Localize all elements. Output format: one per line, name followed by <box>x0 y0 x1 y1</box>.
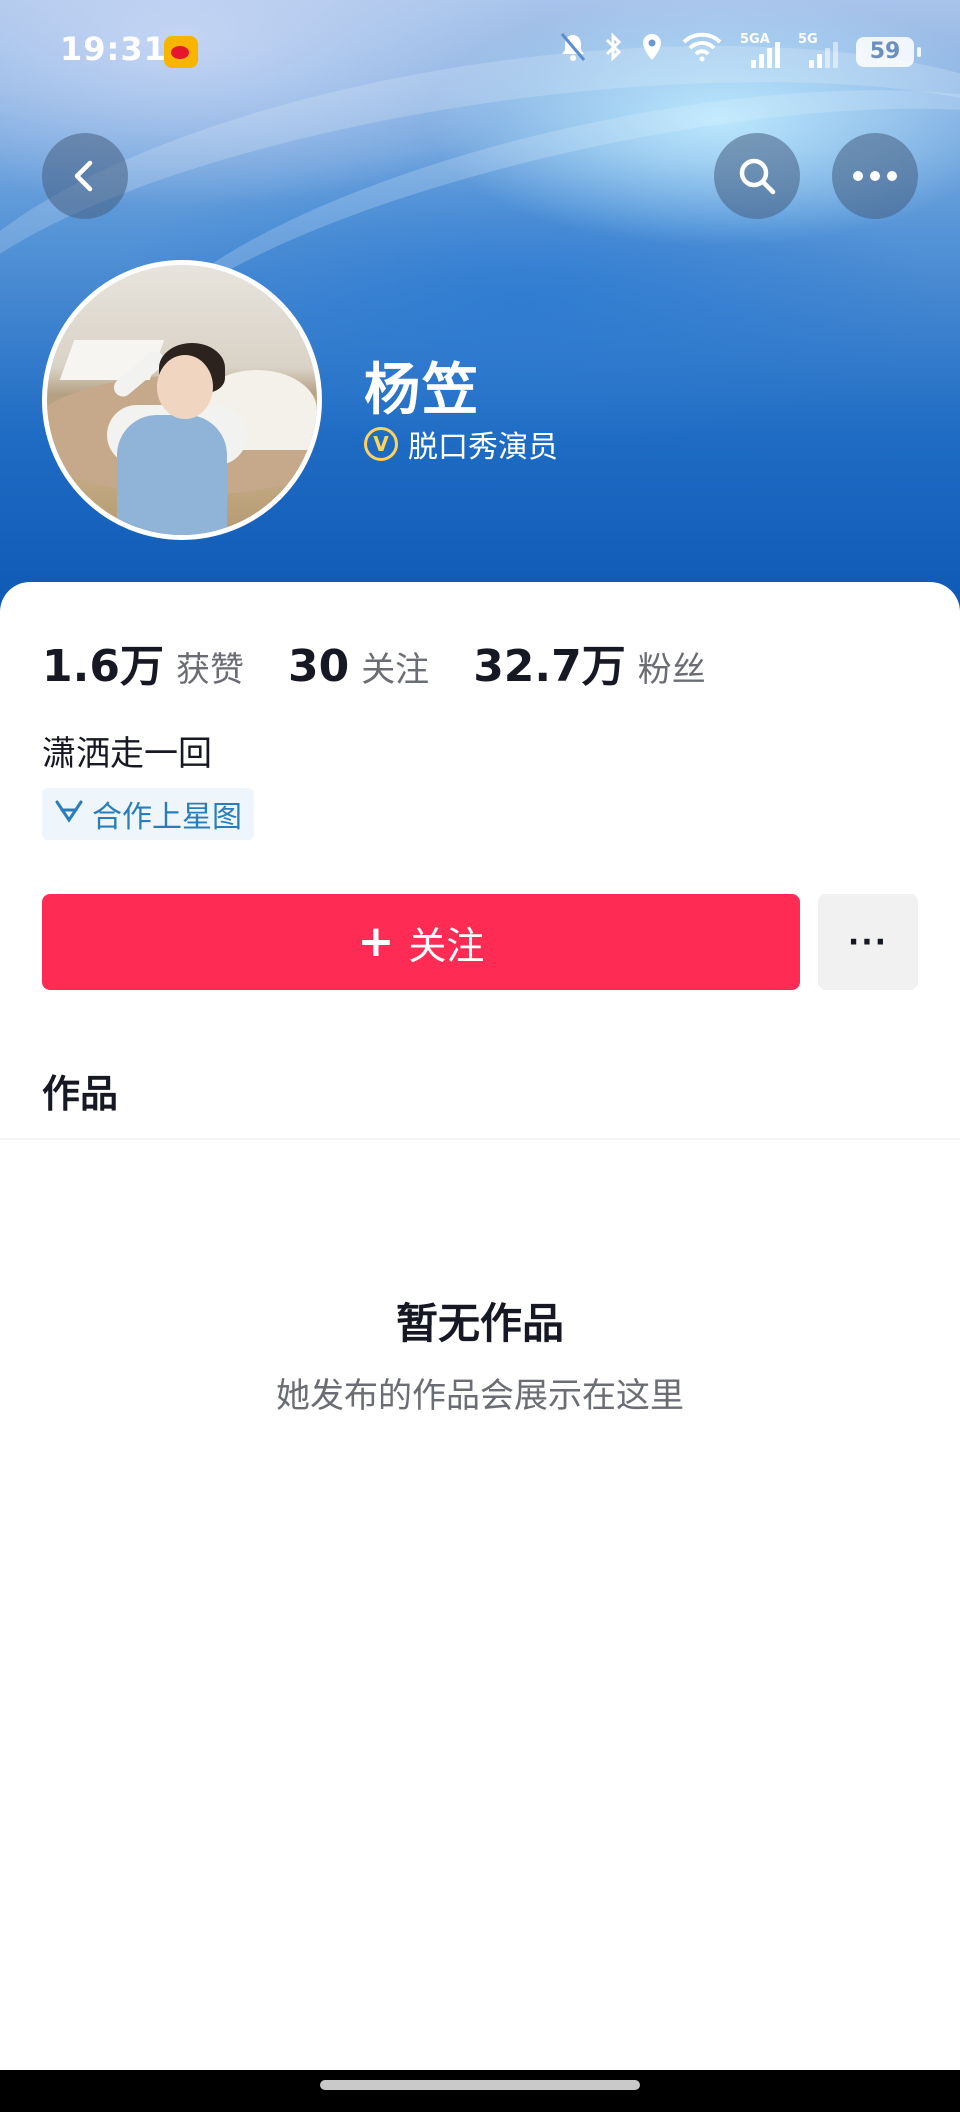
status-bar: 19:31 5GA 5G 59 <box>0 0 960 104</box>
mute-bell-icon <box>560 32 586 72</box>
location-icon <box>640 32 664 72</box>
signal-icon: 5G <box>798 32 838 68</box>
xingtu-tag[interactable]: 合作上星图 <box>42 788 254 840</box>
divider <box>0 1138 960 1140</box>
status-time: 19:31 <box>60 30 167 68</box>
search-button[interactable] <box>714 133 800 219</box>
profile-stats: 1.6万 获赞 30 关注 32.7万 粉丝 <box>42 630 750 694</box>
battery-icon: 59 <box>856 37 921 67</box>
chevron-left-icon <box>74 160 93 192</box>
wifi-icon <box>682 32 722 72</box>
follow-button[interactable]: + 关注 <box>42 894 800 990</box>
more-button[interactable] <box>832 133 918 219</box>
xingtu-label: 合作上星图 <box>92 800 242 835</box>
follow-label: 关注 <box>408 923 485 968</box>
stat-value: 30 <box>287 641 350 692</box>
status-icons: 5GA 5G 59 <box>560 32 921 72</box>
home-indicator[interactable] <box>320 2080 640 2090</box>
avatar[interactable] <box>42 260 322 540</box>
follow-more-button[interactable]: ··· <box>818 894 918 990</box>
stat-label: 获赞 <box>175 650 244 690</box>
stat-followers[interactable]: 32.7万 粉丝 <box>473 630 706 694</box>
stat-label: 关注 <box>361 650 430 690</box>
stat-value: 32.7万 <box>473 641 626 692</box>
bluetooth-icon <box>604 32 622 72</box>
back-button[interactable] <box>42 133 128 219</box>
empty-state-subtitle: 她发布的作品会展示在这里 <box>276 1376 684 1416</box>
works-tab[interactable]: 作品 <box>42 1063 118 1118</box>
empty-state-title: 暂无作品 <box>395 1299 564 1348</box>
bottom-bar <box>0 2070 960 2112</box>
more-horizontal-icon <box>853 171 897 181</box>
signal-icon: 5GA <box>740 32 780 68</box>
search-icon <box>739 158 776 195</box>
verified-icon: V <box>364 427 398 461</box>
weibo-icon <box>164 36 198 68</box>
verified-title-text: 脱口秀演员 <box>408 430 558 465</box>
profile-bio: 潇洒走一回 <box>42 734 212 774</box>
stat-likes[interactable]: 1.6万 获赞 <box>42 630 244 694</box>
stat-label: 粉丝 <box>637 650 706 690</box>
stat-value: 1.6万 <box>42 641 164 692</box>
profile-name: 杨笠 <box>364 358 480 423</box>
profile-screen: 19:31 5GA 5G 59 杨笠 V 脱口秀演员 1.6万 获赞 30 关注… <box>0 0 960 2112</box>
verified-title: V 脱口秀演员 <box>364 422 558 466</box>
stat-following[interactable]: 30 关注 <box>288 641 429 692</box>
plus-icon: + <box>357 916 395 967</box>
xingtu-icon <box>54 798 84 831</box>
